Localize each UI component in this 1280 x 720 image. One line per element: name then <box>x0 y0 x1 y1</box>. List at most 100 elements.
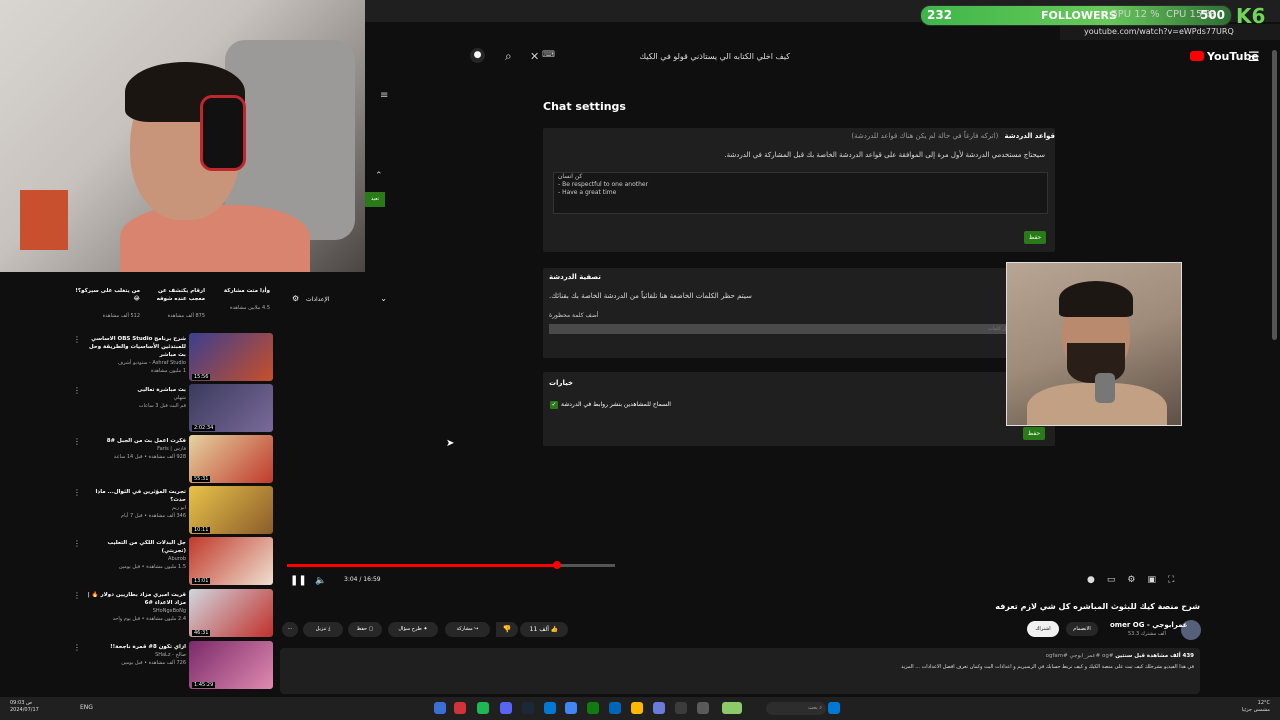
keyboard-icon[interactable]: ⌨ <box>542 50 555 60</box>
taskbar-search[interactable]: بحث ⌕ <box>766 702 826 715</box>
miniplayer-icon[interactable]: ▣ <box>1147 575 1156 585</box>
clear-search-icon[interactable]: ✕ <box>530 50 539 63</box>
dislike-button[interactable]: 👎 <box>496 622 518 637</box>
browser-icon[interactable] <box>544 702 556 714</box>
rules-hint: (اتركه فارغاً في حالة لم يكن هناك قواعد … <box>851 132 999 140</box>
panel-menu-icon[interactable]: ≡ <box>380 90 388 101</box>
discord-icon[interactable] <box>500 702 512 714</box>
list-item[interactable]: 13:01 جل البدلات اللكي من التعليب (تجربت… <box>70 537 275 587</box>
video-stats: 439 ألف مشاهدة قبل سنتين #og #عمر_ابوجي … <box>1046 653 1194 659</box>
list-item[interactable]: 2:02:34 بث مباشرة تعاليى شهلي قم البث قب… <box>70 384 275 434</box>
subtitles-icon[interactable]: ▭ <box>1107 575 1116 585</box>
search-input[interactable]: كيف اخلي الكتابه الي يستاذني قولو في الك… <box>560 48 800 66</box>
ask-button[interactable]: طرح سؤال ✦ <box>388 622 438 637</box>
banned-word-input[interactable] <box>549 324 1017 334</box>
progress-scrubber[interactable] <box>553 561 561 569</box>
sidebar-item-settings[interactable]: ⚙ الإعدادات ⌄ <box>292 294 387 306</box>
search-icon[interactable]: ⌕ <box>505 49 512 64</box>
like-button[interactable]: 11 ألف 👍 <box>520 622 568 637</box>
list-item[interactable]: 55:31 فكرت اعمل بث من الجبل #8 فارس | Fa… <box>70 435 275 485</box>
language-indicator[interactable]: ENG <box>80 704 93 711</box>
rec-views: 928 ألف مشاهدة • قبل 14 ساعة <box>113 454 186 460</box>
top-card[interactable]: من يتغلب على سيركو؟! 😂 512 ألف مشاهدة <box>75 287 140 327</box>
allow-links-checkbox[interactable]: ✓ <box>550 401 558 409</box>
chrome-icon[interactable] <box>565 702 577 714</box>
save-options-button[interactable]: حفظ <box>1023 427 1045 440</box>
rec-title: شرح برنامج OBS Studio الاساسي للمبتدئين … <box>88 336 186 358</box>
save-rules-button[interactable]: حفظ <box>1024 231 1046 244</box>
hashtags[interactable]: #og #عمر_ابوجي #ogfam <box>1046 653 1114 659</box>
list-item[interactable]: 15:56 شرح برنامج OBS Studio الاساسي للمب… <box>70 333 275 383</box>
start-icon[interactable] <box>828 702 840 714</box>
app-icon[interactable] <box>454 702 466 714</box>
rec-title: بث مباشرة تعاليى <box>137 387 186 393</box>
widget-icon[interactable] <box>722 702 742 714</box>
rules-description: سيحتاج مستخدمي الدردشة لأول مرة إلى المو… <box>724 151 1045 159</box>
steam-icon[interactable] <box>522 702 534 714</box>
app-icon[interactable] <box>697 702 709 714</box>
duration-badge: 55:31 <box>192 476 211 482</box>
search-text: كيف اخلي الكتابه الي يستاذني قولو في الك… <box>639 52 791 61</box>
list-item[interactable]: 1:45:29 ازاي تكون 8# قمرة ناجحة!! صالح -… <box>70 641 275 691</box>
chevron-down-icon: ⌄ <box>380 294 387 303</box>
list-item[interactable]: 10:11 تجربت المؤثرين في الثوال... ماذا ح… <box>70 486 275 536</box>
more-icon[interactable]: ⋮ <box>73 643 81 652</box>
xbox-icon[interactable] <box>587 702 599 714</box>
microphone-icon <box>1095 373 1115 403</box>
rules-line: - Be respectful to one another <box>558 181 649 188</box>
rec-title: ازاي تكون 8# قمرة ناجحة!! <box>110 644 186 650</box>
taskbar-clock[interactable]: 09:03 ص 2024/07/17 <box>10 700 39 714</box>
video-meta: ازاي تكون 8# قمرة ناجحة!! صالح - SHaLz 7… <box>84 643 186 667</box>
more-icon[interactable]: ⋮ <box>73 539 81 548</box>
edge-icon[interactable] <box>434 702 446 714</box>
more-icon[interactable]: ⋮ <box>73 488 81 497</box>
save-label: حفظ <box>356 626 368 632</box>
page-scrollbar[interactable] <box>1272 50 1277 340</box>
autoplay-icon[interactable]: ● <box>1087 575 1095 585</box>
progress-played <box>287 564 555 567</box>
rec-title: تجربت المؤثرين في الثوال... ماذا حدث؟ <box>95 489 187 503</box>
spotify-icon[interactable] <box>477 702 489 714</box>
join-button[interactable]: الانضمام <box>1066 622 1098 636</box>
fullscreen-icon[interactable]: ⛶ <box>1168 575 1174 585</box>
subscriber-count: 53.3 ألف مشترك <box>1128 631 1166 637</box>
more-icon[interactable]: ⋮ <box>73 335 81 344</box>
explorer-icon[interactable] <box>631 702 643 714</box>
top-card[interactable]: وأذا متت مشاركة 4.5 ملايين مشاهدة <box>205 287 270 327</box>
volume-icon[interactable]: 🔈 <box>315 576 326 586</box>
download-label: تنزيل <box>315 626 327 632</box>
subscribe-button[interactable]: اشتراك <box>1027 621 1059 637</box>
chat-options-card: خيارات ✓ السماح للمشاهدين بنشر روابط في … <box>543 372 1055 446</box>
app-icon[interactable] <box>675 702 687 714</box>
mouse-cursor-icon: ➤ <box>446 438 455 449</box>
more-icon[interactable]: ⋮ <box>73 437 81 446</box>
side-badge[interactable]: تعيد <box>365 192 385 207</box>
channel-name[interactable]: omer OG - عمرابوجي <box>1110 621 1188 629</box>
options-title: خيارات <box>549 379 573 387</box>
list-item[interactable]: 46:31 قريت امبري مزاد بطاريين دولار 🔥 | … <box>70 589 275 639</box>
clock-date: 2024/07/17 <box>10 707 39 713</box>
filter-title: تصفية الدردشة <box>549 273 601 281</box>
weather-desc: مشمس جزئيا <box>1241 707 1270 713</box>
store-icon[interactable] <box>609 702 621 714</box>
more-icon[interactable]: ⋮ <box>73 591 81 600</box>
card-title: وأذا متت مشاركة <box>223 288 270 294</box>
weather-widget[interactable]: 12°C مشمس جزئيا <box>1242 700 1270 714</box>
cpu-usage: CPU 15 % <box>1166 9 1215 20</box>
share-button[interactable]: مشاركة ↪ <box>445 622 490 637</box>
download-button[interactable]: تنزيل ⤓ <box>303 622 343 637</box>
microphone-icon[interactable]: ● <box>470 48 485 63</box>
top-card[interactable]: ارقام يكتشف عن معجب عنده شوفه 875 ألف مش… <box>140 287 205 327</box>
more-actions-icon[interactable]: ⋯ <box>282 622 298 637</box>
chevron-up-icon[interactable]: ⌃ <box>375 171 383 181</box>
rules-textarea[interactable]: كن انسان - Be respectful to one another … <box>553 172 1048 214</box>
menu-icon[interactable]: ☰ <box>1248 50 1260 65</box>
more-icon[interactable]: ⋮ <box>73 386 81 395</box>
app-icon[interactable] <box>653 702 665 714</box>
description-text: في هذا الفيديو بشرحلك كيف تبث على منصة ا… <box>901 664 1194 670</box>
rec-views: 2.4 مليون مشاهدة • قبل يوم واحد <box>112 616 186 622</box>
save-video-button[interactable]: حفظ ▢ <box>348 622 382 637</box>
pause-icon[interactable]: ❚❚ <box>290 575 307 586</box>
gear-icon[interactable]: ⚙ <box>1127 575 1135 585</box>
description-box[interactable]: 439 ألف مشاهدة قبل سنتين #og #عمر_ابوجي … <box>280 648 1200 694</box>
